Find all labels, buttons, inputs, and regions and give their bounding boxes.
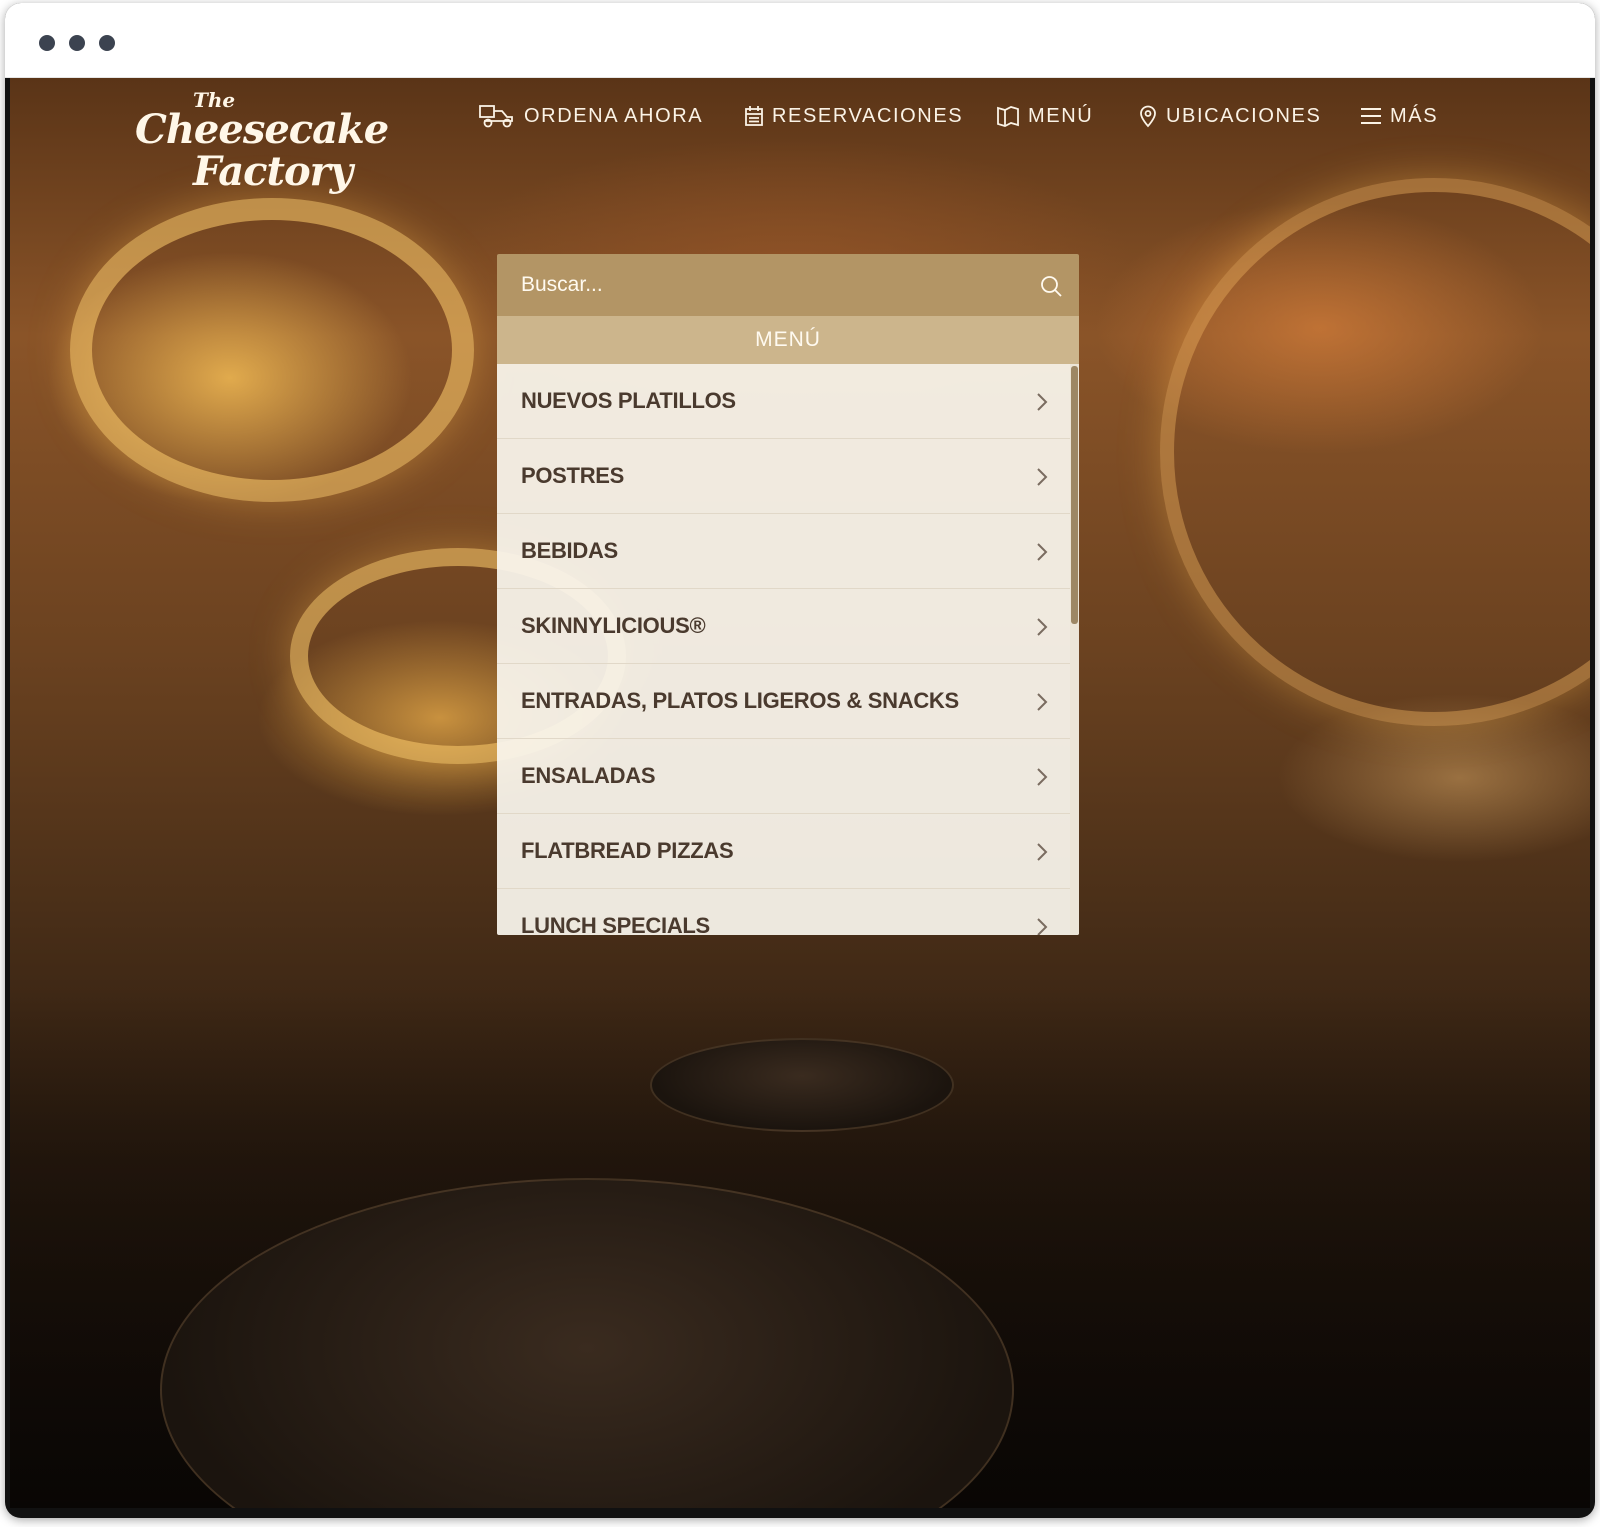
chevron-right-icon <box>1037 768 1048 786</box>
table-decor <box>650 1038 954 1132</box>
nav-item-ubicaciones[interactable]: UBICACIONES <box>1138 98 1321 134</box>
menu-item-ensaladas[interactable]: ENSALADAS <box>497 739 1070 814</box>
chevron-right-icon <box>1037 843 1048 861</box>
hero-background: The Cheesecake Factory ORDENA AHORA RESE… <box>10 78 1590 1508</box>
map-pin-icon <box>1140 105 1156 128</box>
menu-category-list: NUEVOS PLATILLOS POSTRES BEBIDAS SKINNYL… <box>497 364 1079 935</box>
menu-item-label: LUNCH SPECIALS <box>521 913 710 935</box>
menu-item-label: SKINNYLICIOUS® <box>521 613 706 638</box>
menu-item-label: FLATBREAD PIZZAS <box>521 838 734 863</box>
nav-item-menu[interactable]: MENÚ <box>996 98 1093 134</box>
menu-item-label: ENSALADAS <box>521 763 656 788</box>
menu-item-postres[interactable]: POSTRES <box>497 439 1070 514</box>
chevron-right-icon <box>1037 693 1048 711</box>
browser-window: The Cheesecake Factory ORDENA AHORA RESE… <box>5 3 1595 1518</box>
browser-chrome <box>5 3 1595 78</box>
chevron-right-icon <box>1037 918 1048 935</box>
menu-item-bebidas[interactable]: BEBIDAS <box>497 514 1070 589</box>
menu-search-panel: MENÚ NUEVOS PLATILLOS POSTRES BEBIDAS SK… <box>497 254 1079 935</box>
window-control-dot[interactable] <box>39 35 55 51</box>
menu-scrollbar[interactable] <box>1070 364 1079 935</box>
nav-label: RESERVACIONES <box>772 104 964 127</box>
window-control-dot[interactable] <box>69 35 85 51</box>
chevron-right-icon <box>1037 393 1048 411</box>
nav-label: MÁS <box>1390 104 1439 127</box>
menu-item-lunch-specials[interactable]: LUNCH SPECIALS <box>497 889 1070 935</box>
chevron-right-icon <box>1037 618 1048 636</box>
menu-scrollbar-thumb[interactable] <box>1071 366 1078 624</box>
ceiling-arc-decor <box>1160 178 1590 726</box>
nav-item-reservaciones[interactable]: RESERVACIONES <box>744 98 963 134</box>
chevron-right-icon <box>1037 468 1048 486</box>
menu-item-label: POSTRES <box>521 463 625 488</box>
hamburger-menu-icon <box>1361 108 1381 124</box>
calendar-icon <box>745 106 763 126</box>
nav-label: UBICACIONES <box>1166 104 1322 127</box>
nav-label: MENÚ <box>1028 104 1094 127</box>
main-nav: ORDENA AHORA RESERVACIONES MENÚ UBICACIO… <box>10 98 1590 134</box>
menu-item-label: BEBIDAS <box>521 538 618 563</box>
menu-item-entradas[interactable]: ENTRADAS, PLATOS LIGEROS & SNACKS <box>497 664 1070 739</box>
nav-label: ORDENA AHORA <box>524 104 704 127</box>
chevron-right-icon <box>1037 543 1048 561</box>
logo-text-factory: Factory <box>193 148 353 195</box>
nav-item-ordena-ahora[interactable]: ORDENA AHORA <box>478 98 703 134</box>
search-input[interactable] <box>497 254 1079 316</box>
menu-header: MENÚ <box>497 316 1079 364</box>
menu-item-skinnylicious[interactable]: SKINNYLICIOUS® <box>497 589 1070 664</box>
search-icon[interactable] <box>1039 274 1063 298</box>
delivery-scooter-icon <box>479 105 513 128</box>
search-bar <box>497 254 1079 316</box>
chandelier-ring-decor <box>70 198 474 502</box>
menu-item-nuevos-platillos[interactable]: NUEVOS PLATILLOS <box>497 364 1070 439</box>
nav-item-mas[interactable]: MÁS <box>1360 98 1438 134</box>
book-open-icon <box>997 106 1019 127</box>
menu-item-label: NUEVOS PLATILLOS <box>521 388 736 413</box>
menu-item-flatbread-pizzas[interactable]: FLATBREAD PIZZAS <box>497 814 1070 889</box>
menu-item-label: ENTRADAS, PLATOS LIGEROS & SNACKS <box>521 688 959 713</box>
window-control-dot[interactable] <box>99 35 115 51</box>
